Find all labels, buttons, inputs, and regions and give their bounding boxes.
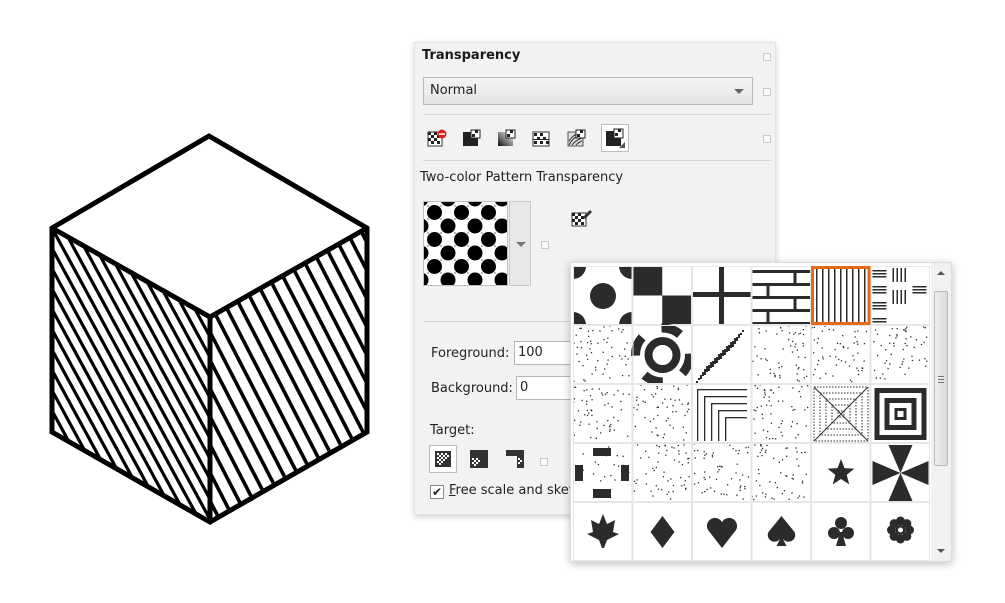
pattern-thumb-checkerboard[interactable] [632, 266, 693, 325]
no-transparency-icon [427, 129, 447, 147]
pattern-thumb-vertical-lines[interactable] [811, 266, 871, 325]
hatched-cube-illustration [49, 133, 370, 525]
pattern-thumb-scattered-dots[interactable] [751, 325, 812, 384]
two-color-pattern-transparency-button[interactable] [601, 124, 629, 152]
bitmap-pattern-transparency-button[interactable] [565, 126, 589, 150]
transparency-type-label: Two-color Pattern Transparency [420, 170, 624, 185]
pattern-picker-popup [570, 262, 952, 562]
pattern-thumb-dotted-ornament[interactable] [811, 325, 871, 384]
divider [423, 160, 771, 161]
pattern-thumb-dotted-noise-2[interactable] [632, 384, 693, 443]
pattern-preview[interactable] [423, 201, 508, 286]
fountain-transparency-button[interactable] [495, 126, 519, 150]
pin-checkbox[interactable] [540, 458, 548, 466]
scroll-down-arrow-icon[interactable] [937, 549, 945, 553]
pattern-thumb-diagonal-dots[interactable] [573, 325, 633, 384]
no-transparency-button[interactable] [425, 126, 449, 150]
pattern-thumb-diagonal-halftone[interactable] [692, 325, 752, 384]
bitmap-pattern-transparency-icon [567, 129, 586, 147]
chevron-down-icon [734, 89, 744, 94]
edit-pattern-icon [571, 210, 592, 227]
vector-pattern-transparency-button[interactable] [530, 126, 554, 150]
panel-title: Transparency [422, 48, 521, 63]
pattern-picker-dropdown-button[interactable] [509, 201, 531, 286]
chevron-down-icon [516, 242, 526, 247]
pattern-thumb-spade[interactable] [751, 502, 812, 561]
pin-checkbox[interactable] [763, 88, 771, 96]
pattern-thumb-star[interactable] [811, 443, 871, 502]
grip-line [938, 379, 944, 380]
uniform-transparency-icon [463, 129, 481, 146]
free-scale-label[interactable]: Free scale and skew [449, 483, 579, 498]
pattern-thumb-maple-leaf[interactable] [573, 502, 633, 561]
uniform-transparency-button[interactable] [460, 126, 484, 150]
grip-line [938, 382, 944, 383]
vector-pattern-transparency-icon [532, 131, 550, 147]
blend-mode-dropdown[interactable]: Normal [423, 77, 753, 105]
pattern-thumb-octagon-blocks[interactable] [573, 443, 633, 502]
pin-checkbox[interactable] [763, 53, 771, 61]
pattern-thumb-dotted-corner[interactable] [692, 384, 752, 443]
pattern-thumb-dotted-scatter[interactable] [870, 325, 931, 384]
divider [423, 321, 573, 322]
pattern-grid [573, 266, 930, 561]
pattern-thumb-flower[interactable] [870, 502, 931, 561]
pattern-thumb-concentric-squares[interactable] [870, 384, 931, 443]
dot-pattern-swatch [424, 202, 507, 285]
pin-checkbox[interactable] [763, 135, 771, 143]
pattern-thumb-ring[interactable] [631, 323, 694, 387]
scrollbar-thumb[interactable] [934, 291, 948, 466]
pattern-thumb-club[interactable] [811, 502, 871, 561]
pattern-thumb-dotted-chevrons[interactable] [751, 443, 812, 502]
grip-line [938, 376, 944, 377]
outline-target-icon [506, 450, 524, 468]
pattern-thumb-pinwheel[interactable] [870, 443, 931, 502]
pattern-thumb-dotted-noise-3[interactable] [751, 384, 812, 443]
target-fill-button[interactable] [469, 449, 489, 473]
pin-checkbox[interactable] [541, 241, 549, 249]
scroll-up-arrow-icon[interactable] [937, 271, 945, 275]
pattern-scrollbar[interactable] [931, 263, 951, 561]
fill-target-icon [470, 450, 488, 468]
target-outline-button[interactable] [505, 449, 525, 473]
free-scale-checkbox[interactable]: ✔ [430, 485, 444, 499]
target-fill-and-outline-button[interactable] [429, 445, 457, 473]
two-color-pattern-transparency-icon [606, 128, 625, 148]
pattern-thumb-bricks[interactable] [751, 266, 812, 325]
target-label: Target: [430, 423, 475, 438]
divider [423, 114, 771, 115]
pattern-thumb-dotted-grid[interactable] [692, 443, 752, 502]
blend-mode-value: Normal [430, 83, 478, 98]
edit-pattern-button[interactable] [571, 208, 593, 232]
pattern-thumb-dotted-branches[interactable] [632, 443, 693, 502]
fill-and-outline-target-icon [435, 451, 451, 467]
checkmark-icon: ✔ [431, 485, 443, 499]
foreground-label: Foreground: [431, 346, 510, 361]
pattern-thumb-cross[interactable] [692, 266, 752, 325]
background-label: Background: [431, 381, 513, 396]
pattern-thumb-heart[interactable] [692, 502, 752, 561]
pattern-thumb-dotted-pyramid[interactable] [811, 384, 871, 443]
fountain-transparency-icon [498, 129, 516, 146]
pattern-thumb-dotted-noise[interactable] [573, 384, 633, 443]
pattern-thumb-diamond[interactable] [632, 502, 693, 561]
pattern-thumb-mixed-lines[interactable] [870, 266, 931, 326]
